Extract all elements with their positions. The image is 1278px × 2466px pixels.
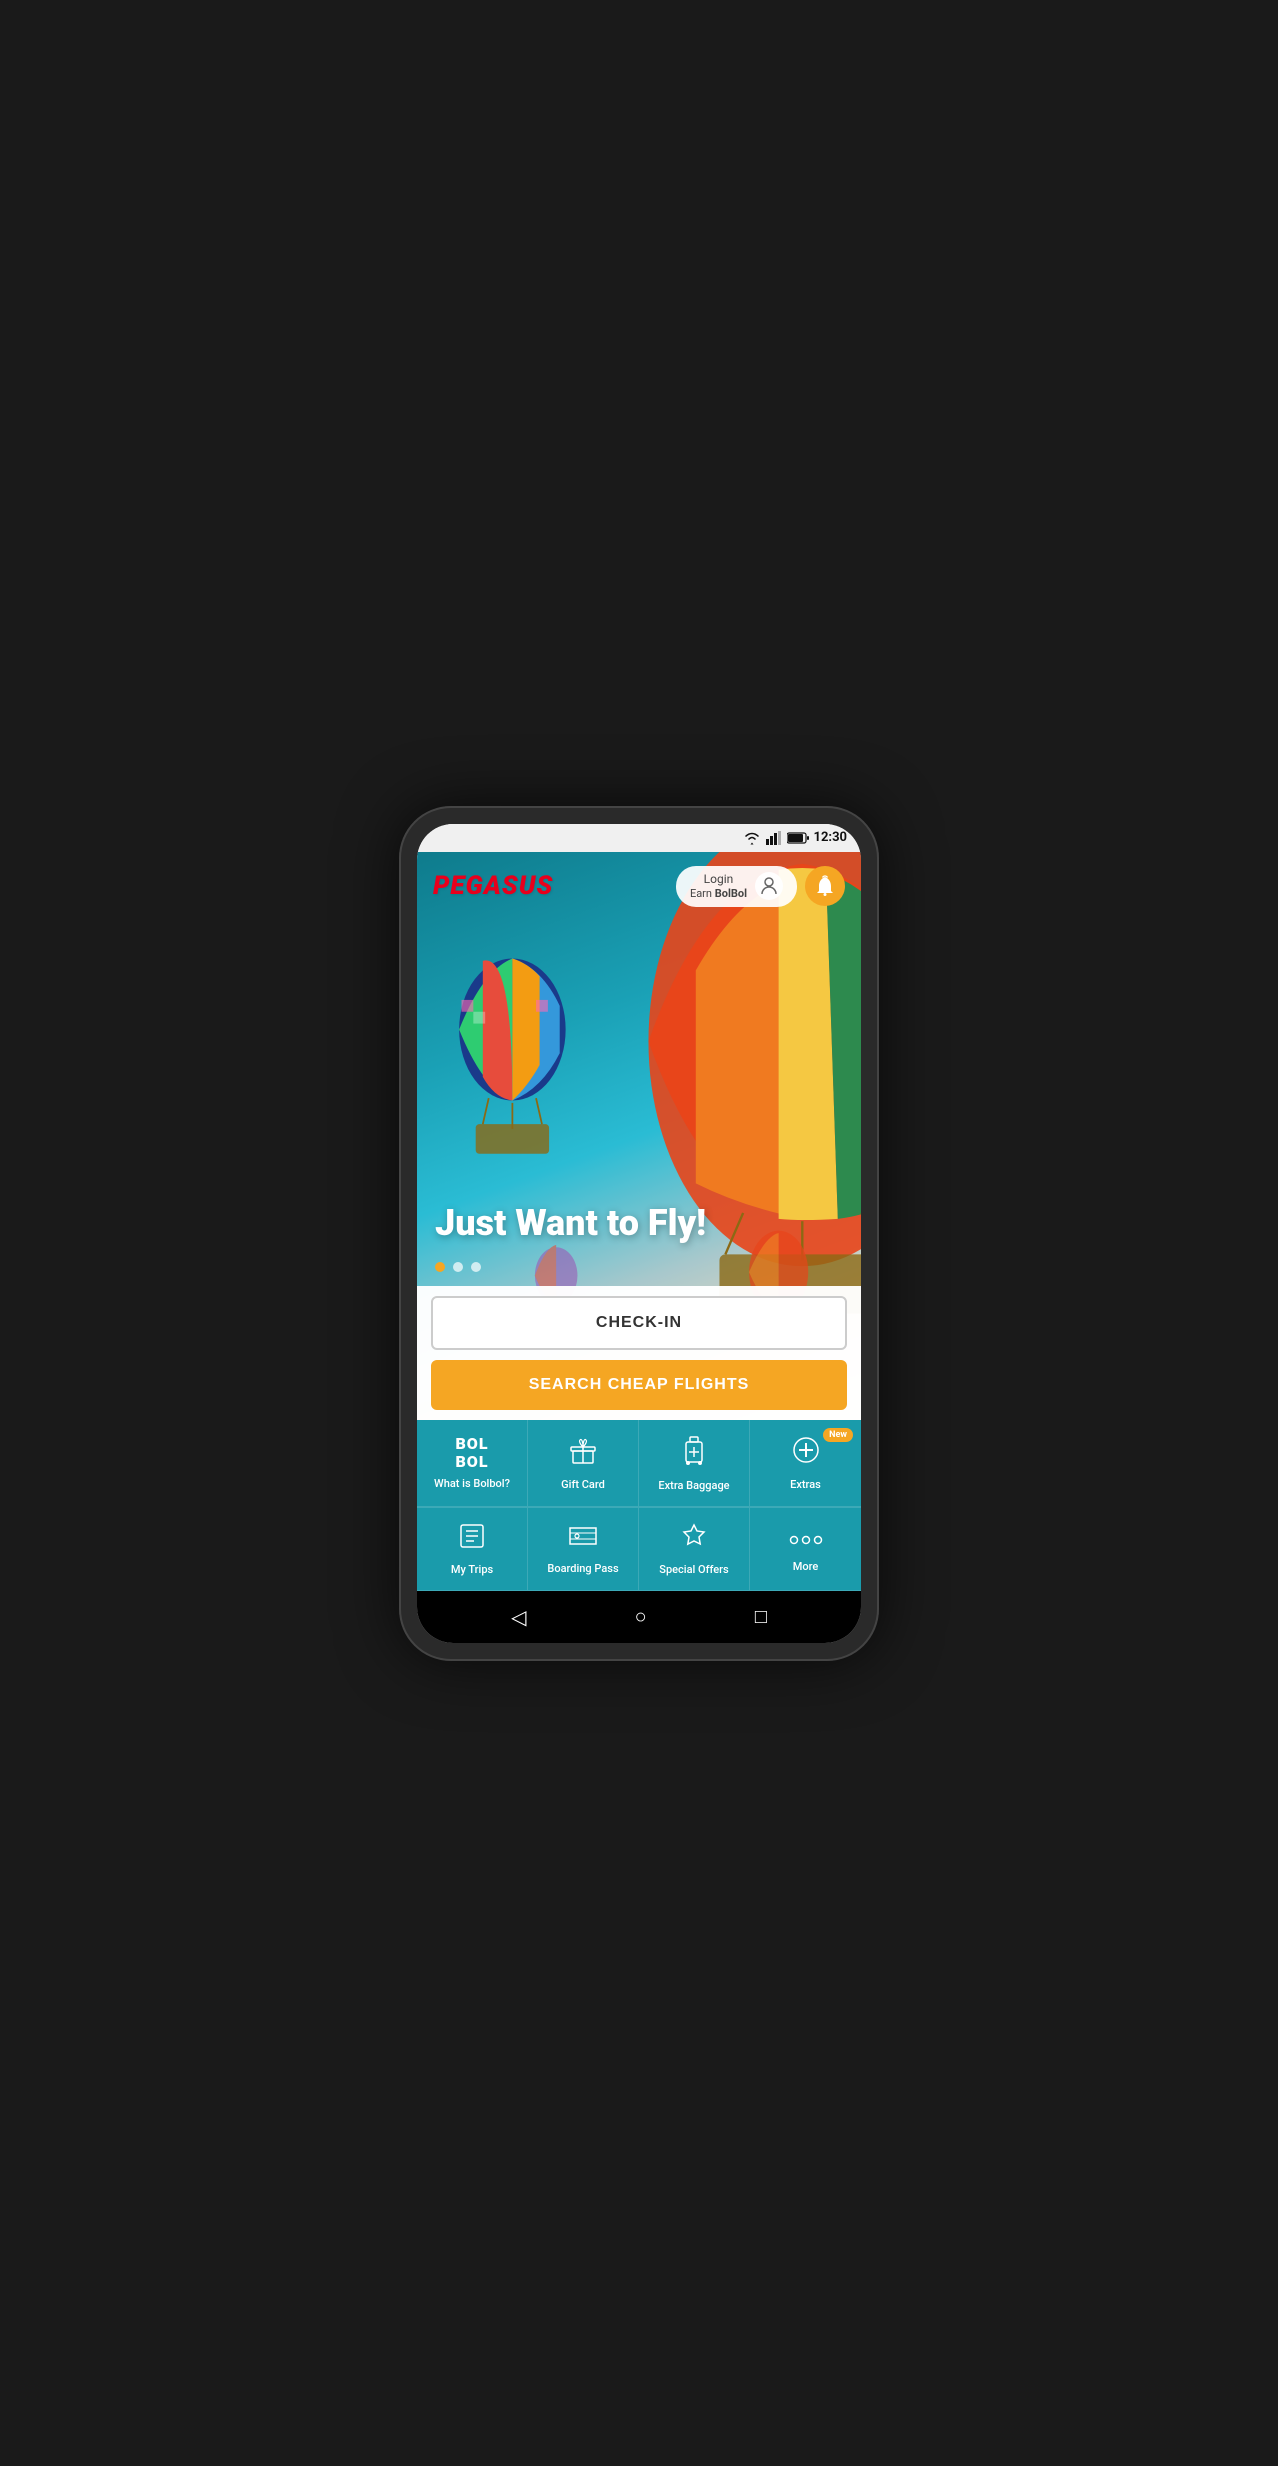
notifications-button[interactable]: [805, 866, 845, 906]
more-item[interactable]: More: [750, 1508, 861, 1591]
trips-icon: [458, 1522, 486, 1557]
my-trips-label: My Trips: [451, 1563, 493, 1576]
login-pill-text: Login Earn BolBol: [690, 872, 747, 902]
new-badge: New: [823, 1428, 853, 1442]
extras-item[interactable]: New Extras: [750, 1420, 861, 1507]
gift-icon: [568, 1435, 598, 1472]
special-offers-label: Special Offers: [659, 1563, 728, 1576]
extra-baggage-label: Extra Baggage: [658, 1479, 729, 1492]
battery-icon: [787, 832, 809, 844]
login-label: Login: [704, 872, 734, 888]
logo: PEGASUS: [433, 871, 553, 901]
carousel-dots: [417, 1254, 861, 1286]
recents-button[interactable]: □: [755, 1604, 767, 1629]
search-flights-button[interactable]: SEARCH CHEAP FLIGHTS: [431, 1360, 847, 1410]
login-button[interactable]: Login Earn BolBol: [676, 866, 797, 908]
phone-screen: 12:30: [417, 824, 861, 1643]
signal-icon: [766, 831, 782, 845]
status-time: 12:30: [814, 830, 848, 845]
gift-card-label: Gift Card: [561, 1478, 605, 1491]
my-trips-item[interactable]: My Trips: [417, 1508, 528, 1591]
more-icon: [789, 1524, 823, 1554]
phone-frame: 12:30: [399, 806, 879, 1661]
special-offers-item[interactable]: Special Offers: [639, 1508, 750, 1591]
app-header: PEGASUS Login Earn BolBol: [417, 852, 861, 918]
dot-3[interactable]: [471, 1262, 481, 1272]
wifi-icon: [743, 831, 761, 845]
boarding-icon: [568, 1523, 598, 1556]
boarding-pass-label: Boarding Pass: [547, 1562, 618, 1575]
home-button[interactable]: ○: [635, 1604, 647, 1629]
status-icons: 12:30: [743, 830, 848, 845]
service-grid-row1: BOLBOL What is Bolbol? Gift Card: [417, 1420, 861, 1507]
bolbol-item[interactable]: BOLBOL What is Bolbol?: [417, 1420, 528, 1507]
dot-2[interactable]: [453, 1262, 463, 1272]
offers-icon: [679, 1522, 709, 1557]
bolbol-brand: BolBol: [715, 887, 747, 900]
header-right: Login Earn BolBol: [676, 866, 845, 908]
hero-section: PEGASUS Login Earn BolBol: [417, 852, 861, 1420]
service-grid-row2: My Trips Boarding Pass: [417, 1507, 861, 1591]
dot-1[interactable]: [435, 1262, 445, 1272]
extras-label: Extras: [790, 1478, 821, 1491]
gift-card-item[interactable]: Gift Card: [528, 1420, 639, 1507]
earn-bolbol-label: Earn BolBol: [690, 887, 747, 901]
android-nav-bar: ◁ ○ □: [417, 1591, 861, 1643]
hero-tagline-text: Just Want to Fly!: [435, 1204, 843, 1244]
boarding-pass-item[interactable]: Boarding Pass: [528, 1508, 639, 1591]
bolbol-label: What is Bolbol?: [434, 1477, 510, 1490]
user-icon: [755, 872, 783, 900]
extras-icon: [791, 1435, 821, 1472]
baggage-icon: [680, 1434, 708, 1473]
more-label: More: [793, 1560, 819, 1573]
hero-tagline: Just Want to Fly!: [417, 1188, 861, 1254]
extra-baggage-item[interactable]: Extra Baggage: [639, 1420, 750, 1507]
bolbol-logo: BOLBOL: [455, 1435, 488, 1470]
back-button[interactable]: ◁: [511, 1605, 526, 1629]
status-bar: 12:30: [417, 824, 861, 852]
action-buttons: CHECK-IN SEARCH CHEAP FLIGHTS: [417, 1286, 861, 1420]
checkin-button[interactable]: CHECK-IN: [431, 1296, 847, 1350]
